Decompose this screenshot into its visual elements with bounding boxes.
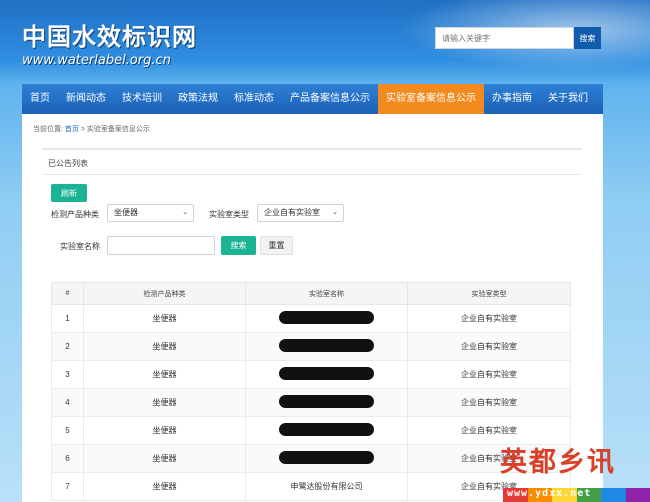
watermark-color-segment (625, 488, 650, 502)
row-product: 坐便器 (83, 388, 246, 417)
nav-item-2[interactable]: 技术培训 (114, 84, 170, 114)
table-row: 2 坐便器 企业自有实验室 (51, 332, 571, 361)
redaction-mark (279, 395, 374, 408)
row-number: 2 (51, 332, 84, 361)
redaction-mark (279, 339, 374, 352)
row-number: 1 (51, 304, 84, 333)
row-number: 4 (51, 388, 84, 417)
product-type-select[interactable]: 坐便器 ⌄ (107, 204, 194, 222)
search-input[interactable] (435, 27, 574, 49)
table-row: 3 坐便器 企业自有实验室 (51, 360, 571, 389)
row-lab-type: 企业自有实验室 (407, 332, 571, 361)
nav-item-1[interactable]: 新闻动态 (58, 84, 114, 114)
row-product: 坐便器 (83, 472, 246, 501)
breadcrumb: 当前位置: 首页 > 实验室备案信息公示 (33, 124, 150, 134)
lab-type-select[interactable]: 企业自有实验室 ⌄ (257, 204, 344, 222)
column-header-lab-name: 实验室名称 (245, 282, 408, 305)
nav-item-3[interactable]: 政策法规 (170, 84, 226, 114)
chevron-down-icon: ⌄ (332, 209, 338, 216)
nav-item-0[interactable]: 首页 (22, 84, 58, 114)
nav-item-7[interactable]: 办事指南 (484, 84, 540, 114)
lab-type-value: 企业自有实验室 (264, 208, 320, 217)
product-type-label: 检测产品种类 (51, 210, 99, 219)
table-row: 4 坐便器 企业自有实验室 (51, 388, 571, 417)
redaction-mark (279, 311, 374, 324)
breadcrumb-home-link[interactable]: 首页 (65, 126, 79, 133)
table-row: 7 坐便器 申鹭达股份有限公司 企业自有实验室 (51, 472, 571, 501)
header-search: 搜索 (435, 27, 601, 49)
row-product: 坐便器 (83, 444, 246, 473)
nav-item-8[interactable]: 关于我们 (540, 84, 596, 114)
chevron-down-icon: ⌄ (182, 209, 188, 216)
column-header-product: 检测产品种类 (83, 282, 246, 305)
row-product: 坐便器 (83, 304, 246, 333)
lab-table: # 检测产品种类 实验室名称 实验室类型 1 坐便器 企业自有实验室 2 坐便器 企业自有… (51, 282, 571, 501)
row-number: 6 (51, 444, 84, 473)
breadcrumb-separator: > (80, 126, 85, 133)
logo-title: 中国水效标识网 (22, 23, 197, 51)
search-button[interactable]: 搜索 (574, 27, 601, 49)
panel-title: 已公告列表 (48, 159, 88, 168)
row-lab-name (245, 360, 408, 389)
table-header-row: # 检测产品种类 实验室名称 实验室类型 (51, 282, 571, 305)
row-lab-name (245, 304, 408, 333)
main-nav: 首页 新闻动态 技术培训 政策法规 标准动态 产品备案信息公示 实验室备案信息公示 办事指南关… (22, 84, 603, 114)
product-type-value: 坐便器 (114, 208, 138, 217)
lab-name-input[interactable] (107, 236, 215, 255)
row-lab-name: 申鹭达股份有限公司 (245, 472, 408, 501)
table-row: 6 坐便器 企业自有实验室 (51, 444, 571, 473)
watermark-url: www.ydxx.net (507, 488, 592, 499)
table-row: 5 坐便器 企业自有实验室 (51, 416, 571, 445)
row-product: 坐便器 (83, 332, 246, 361)
row-lab-type: 企业自有实验室 (407, 360, 571, 389)
column-header-lab-type: 实验室类型 (407, 282, 571, 305)
row-number: 7 (51, 472, 84, 501)
row-number: 3 (51, 360, 84, 389)
row-lab-name (245, 332, 408, 361)
lab-type-label: 实验室类型 (209, 210, 249, 219)
redaction-mark (279, 423, 374, 436)
breadcrumb-current: 实验室备案信息公示 (86, 126, 150, 133)
row-lab-name (245, 444, 408, 473)
filter-search-button[interactable]: 搜索 (221, 236, 256, 255)
row-lab-type: 企业自有实验室 (407, 304, 571, 333)
site-logo[interactable]: 中国水效标识网 www.waterlabel.org.cn (22, 17, 197, 68)
column-header-no: # (51, 282, 84, 305)
row-lab-type: 企业自有实验室 (407, 388, 571, 417)
panel-divider (42, 174, 582, 175)
breadcrumb-prefix: 当前位置: (33, 126, 63, 133)
row-product: 坐便器 (83, 360, 246, 389)
lab-name-label: 实验室名称 (60, 242, 100, 251)
row-number: 5 (51, 416, 84, 445)
panel-top-divider (42, 148, 582, 150)
logo-url: www.waterlabel.org.cn (22, 53, 171, 68)
table-row: 1 坐便器 企业自有实验室 (51, 304, 571, 333)
reset-button[interactable]: 重置 (260, 236, 293, 255)
row-product: 坐便器 (83, 416, 246, 445)
nav-item-4[interactable]: 标准动态 (226, 84, 282, 114)
watermark-text: 英都乡讯 (500, 447, 616, 478)
row-lab-name (245, 388, 408, 417)
redaction-mark (279, 451, 374, 464)
nav-item-5[interactable]: 产品备案信息公示 (282, 84, 378, 114)
redaction-mark (279, 367, 374, 380)
watermark-color-segment (601, 488, 626, 502)
refresh-button[interactable]: 刷新 (51, 184, 87, 202)
row-lab-name (245, 416, 408, 445)
nav-item-6[interactable]: 实验室备案信息公示 (378, 84, 484, 114)
